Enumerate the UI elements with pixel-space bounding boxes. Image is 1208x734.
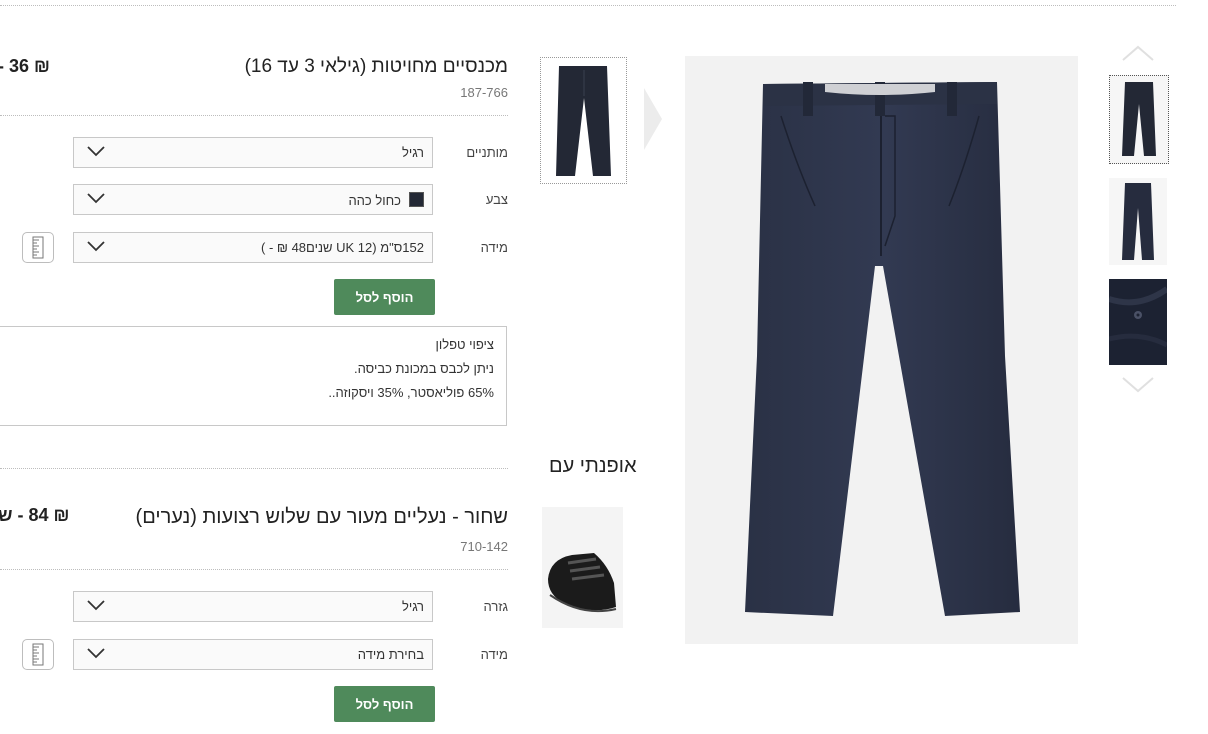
product1-price: ₪ 36 - <box>0 56 50 76</box>
product1-code: 187-766 <box>460 85 508 100</box>
top-divider <box>0 5 1176 6</box>
product2-code: 710-142 <box>460 539 508 554</box>
gallery-thumbnail-1[interactable] <box>1109 75 1169 164</box>
gallery-thumbnail-2[interactable] <box>1109 178 1167 265</box>
chevron-down-icon <box>87 648 105 659</box>
product2-price: ₪ 84 - ש <box>0 505 70 525</box>
chevron-down-icon <box>87 600 105 611</box>
product1-title: מכנסיים מחויטות (גילאי 3 עד 16) <box>244 56 508 77</box>
size2-value: בחירת מידה <box>357 647 424 662</box>
product1-divider <box>0 115 508 116</box>
chevron-up-icon[interactable] <box>1121 44 1155 62</box>
product2-title: שחור - נעליים מעור עם שלוש רצועות (נערים… <box>135 506 508 528</box>
pants-thumbnail[interactable] <box>540 57 627 184</box>
chevron-down-icon <box>87 241 105 252</box>
pants-image <box>556 66 611 176</box>
cut-select[interactable]: רגיל <box>73 591 433 622</box>
waist-select[interactable]: רגיל <box>73 137 433 168</box>
chevron-down-icon[interactable] <box>1121 376 1155 394</box>
main-product-image <box>685 56 1078 644</box>
ruler-icon <box>32 643 44 666</box>
size-select[interactable]: 152ס"מ (UK 12 שנים48 ₪ - ) <box>73 232 433 263</box>
pants-image <box>1122 82 1156 156</box>
chevron-right-icon <box>644 88 662 150</box>
chevron-down-icon <box>87 146 105 157</box>
waist-value: רגיל <box>401 145 424 160</box>
size-guide-button[interactable] <box>22 639 54 670</box>
color-value: כחול כהה <box>348 193 401 208</box>
size-label: מידה <box>480 240 508 255</box>
cut-value: רגיל <box>401 599 424 614</box>
shoe-thumbnail[interactable] <box>542 507 623 628</box>
waist-label: מותניים <box>466 145 508 160</box>
add-to-cart-button[interactable]: הוסף לסל <box>334 686 435 722</box>
gallery-thumbnail-3[interactable] <box>1108 279 1169 365</box>
shoe-image <box>548 553 617 613</box>
product1-description: ציפוי טפלון ניתן לכבס במכונת כביסה. 65% … <box>0 326 507 426</box>
cut-label: גזרה <box>483 599 509 614</box>
pants-image <box>745 82 1020 616</box>
fabric-closeup-image <box>1108 286 1169 348</box>
section-divider <box>0 468 508 469</box>
recommend-title: אופנתי עם <box>549 455 637 477</box>
size-value: 152ס"מ (UK 12 שנים48 ₪ - ) <box>261 240 424 255</box>
color-label: צבע <box>485 192 508 207</box>
size2-select[interactable]: בחירת מידה <box>73 639 433 670</box>
color-select[interactable]: כחול כהה <box>73 184 433 215</box>
add-to-cart-button[interactable]: הוסף לסל <box>334 279 435 315</box>
size-guide-button[interactable] <box>22 232 54 263</box>
desc-line: ניתן לכבס במכונת כביסה. <box>353 361 494 376</box>
product2-divider <box>0 569 508 570</box>
desc-line: ציפוי טפלון <box>435 337 494 352</box>
ruler-icon <box>32 236 44 259</box>
color-swatch <box>409 192 424 207</box>
size2-label: מידה <box>480 647 508 662</box>
desc-line: 65% פוליאסטר, 35% ויסקוזה.. <box>328 385 494 400</box>
pants-image <box>1122 183 1154 260</box>
chevron-down-icon <box>87 193 105 204</box>
